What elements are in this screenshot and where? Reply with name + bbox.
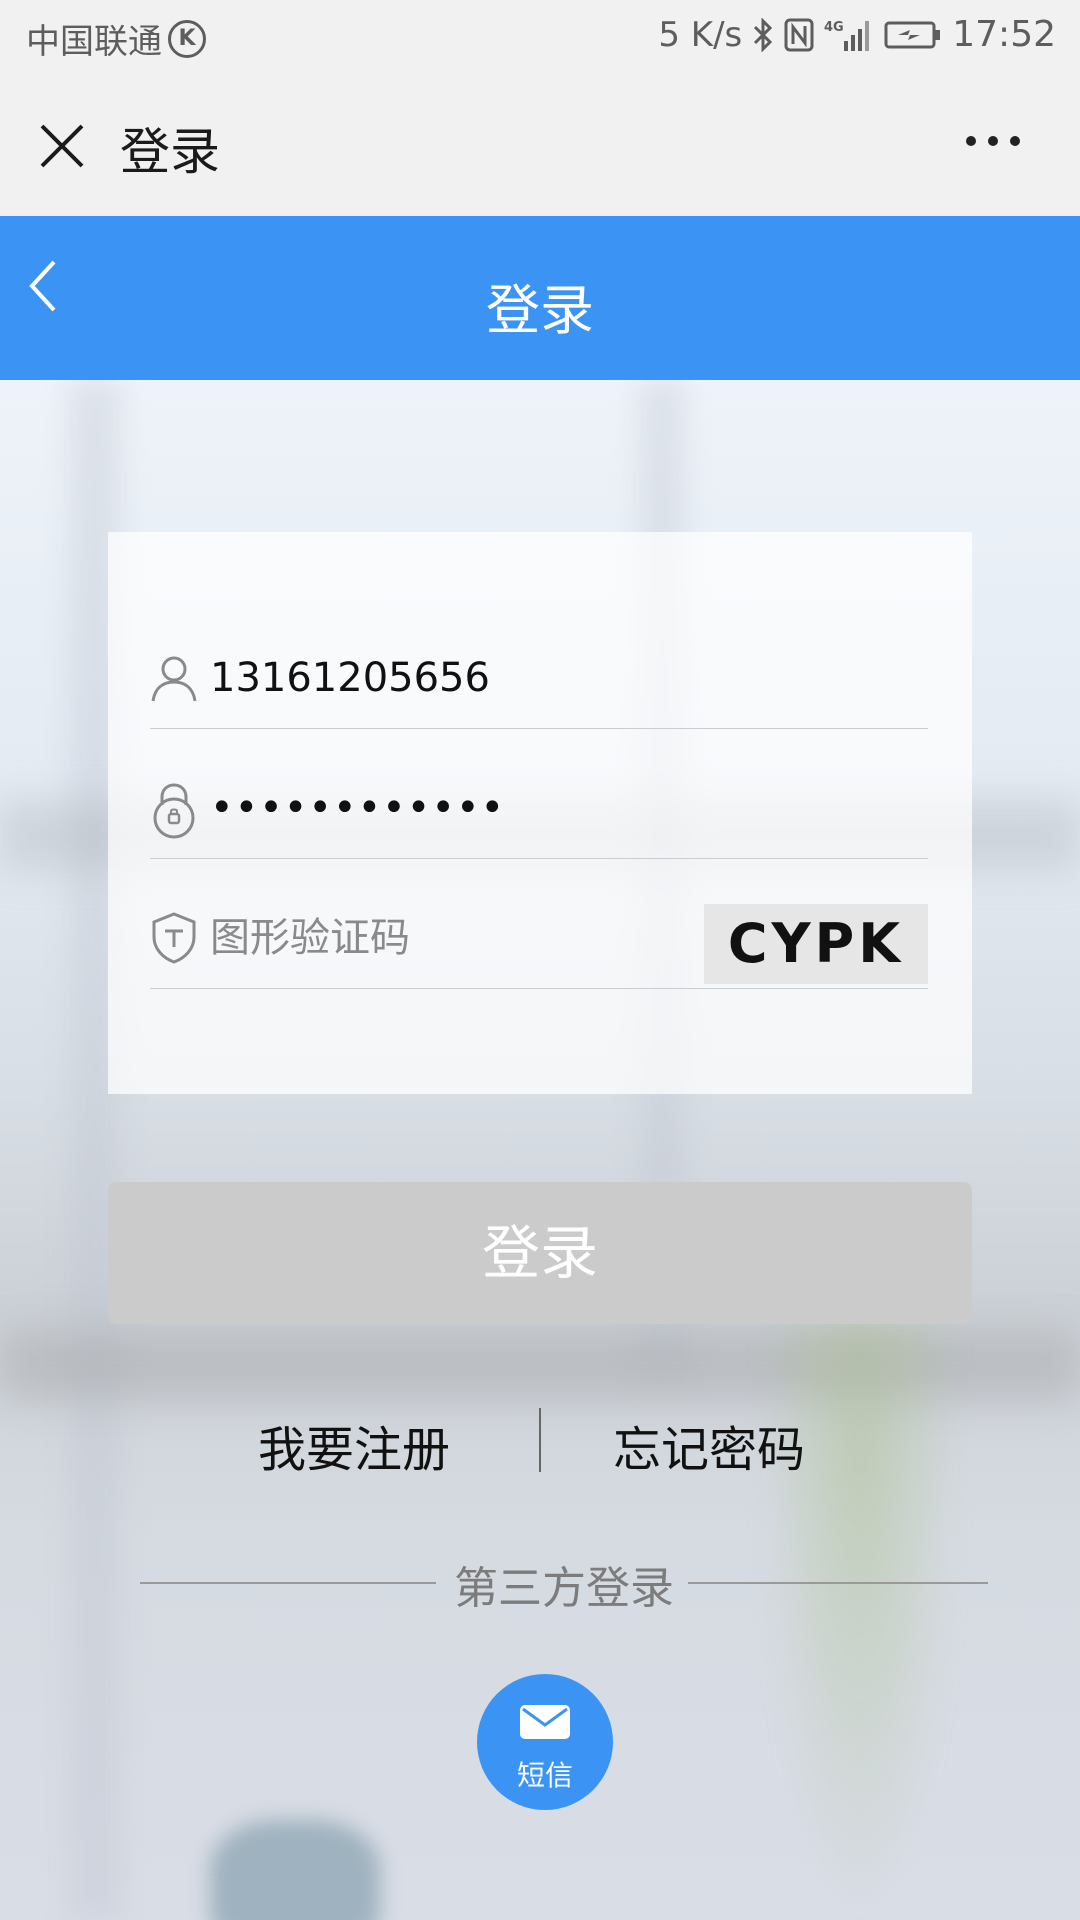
webview-nav-bar: 登录 [0,76,1080,217]
captcha-field: CYPK [150,888,928,989]
account-links: 我要注册 忘记密码 [0,1404,1080,1484]
captcha-input[interactable] [210,915,630,961]
nav-title: 登录 [120,123,220,181]
shield-icon [150,911,198,965]
status-right: 5 K/s 4G 17:52 [648,14,1056,55]
password-field [150,758,928,859]
sms-label: 短信 [516,1759,573,1792]
more-dots-icon[interactable] [954,136,1020,146]
envelope-icon [519,1704,571,1740]
status-bar: 中国联通 K 5 K/s 4G 17:52 [0,0,1080,76]
lock-icon [150,781,198,839]
carrier-name: 中国联通 [26,22,162,62]
login-button[interactable]: 登录 [108,1182,972,1324]
network-type: 4G [824,20,844,35]
register-link[interactable]: 我要注册 [258,1410,450,1480]
phone-input[interactable] [210,655,730,701]
bluetooth-icon [752,17,774,52]
nfc-icon [784,18,814,52]
divider-line-right [688,1582,988,1584]
login-form-card: CYPK [108,532,972,1094]
forgot-password-link[interactable]: 忘记密码 [613,1410,805,1480]
network-speed: 5 K/s [658,14,743,55]
link-divider [539,1408,541,1472]
sms-login-button[interactable]: 短信 [477,1674,613,1810]
page-title: 登录 [486,279,594,342]
password-input[interactable] [210,785,730,831]
third-party-divider: 第三方登录 [140,1552,988,1614]
captcha-image[interactable]: CYPK [704,904,928,984]
user-icon [150,651,198,705]
third-party-label: 第三方登录 [454,1563,674,1614]
divider-line-left [140,1582,436,1584]
k-badge-icon: K [168,19,206,58]
clock: 17:52 [952,14,1056,55]
battery-charging-icon [884,20,942,50]
signal-icon: 4G [824,17,874,53]
phone-field [150,628,928,729]
close-icon[interactable] [36,120,88,172]
page-header: 登录 [0,216,1080,380]
carrier-area: 中国联通 K [26,14,206,63]
